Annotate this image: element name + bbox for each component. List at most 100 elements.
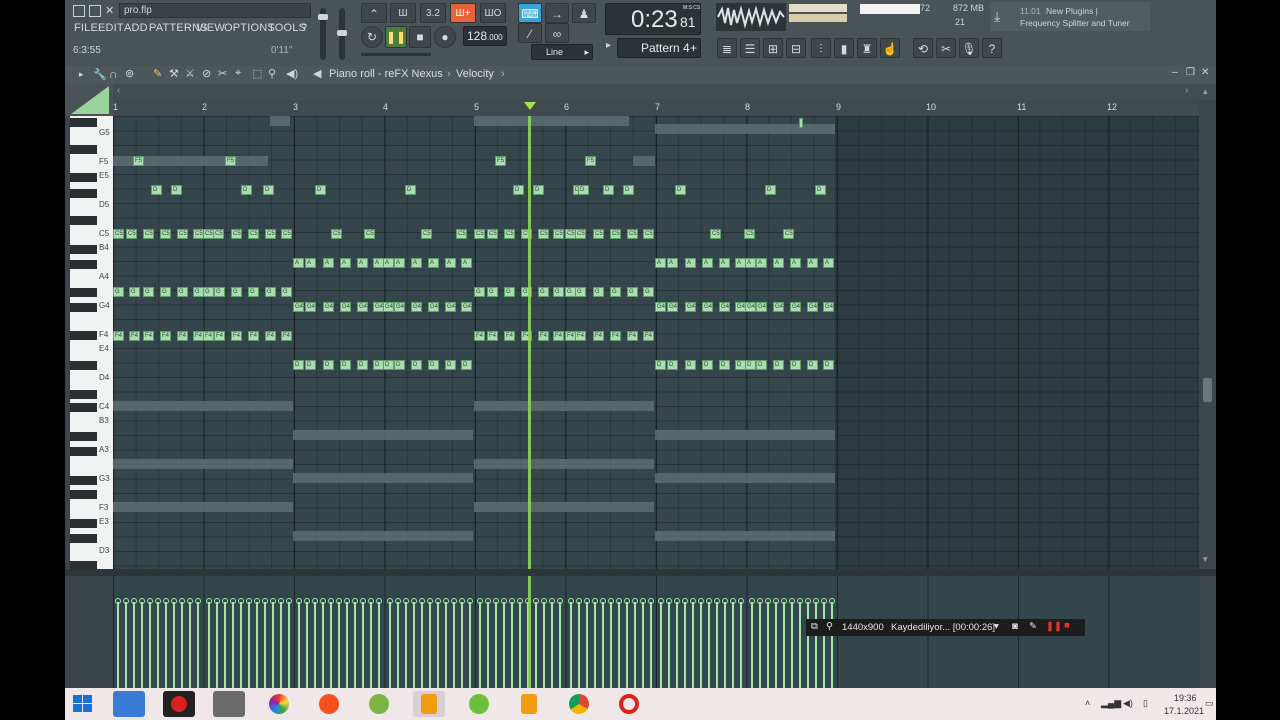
midi-note[interactable]: C5: [265, 229, 276, 239]
midi-note[interactable]: D: [461, 360, 472, 370]
velocity-handle[interactable]: [147, 598, 153, 604]
midi-note[interactable]: A: [719, 258, 730, 268]
velocity-bar[interactable]: [641, 602, 644, 688]
midi-note[interactable]: C5: [421, 229, 432, 239]
velocity-bar[interactable]: [420, 602, 423, 688]
velocity-handle[interactable]: [509, 598, 515, 604]
midi-note[interactable]: D: [685, 360, 696, 370]
velocity-bar[interactable]: [173, 602, 175, 688]
midi-note[interactable]: G4: [305, 302, 316, 312]
velocity-handle[interactable]: [344, 598, 350, 604]
midi-note[interactable]: A: [411, 258, 422, 268]
velocity-handle[interactable]: [163, 598, 169, 604]
midi-note[interactable]: G: [177, 287, 188, 297]
velocity-handle[interactable]: [493, 598, 499, 604]
midi-note[interactable]: D: [357, 360, 368, 370]
velocity-bar[interactable]: [577, 602, 580, 688]
recorder-stop-icon[interactable]: ■: [1064, 620, 1070, 631]
midi-note[interactable]: A: [655, 258, 666, 268]
velocity-bar[interactable]: [633, 602, 636, 688]
midi-note[interactable]: D: [719, 360, 730, 370]
velocity-handle[interactable]: [607, 598, 614, 604]
velocity-handle[interactable]: [804, 598, 811, 604]
midi-note[interactable]: F4: [113, 331, 124, 341]
stop-button[interactable]: ■: [409, 26, 431, 48]
midi-note[interactable]: F4: [129, 331, 140, 341]
midi-note[interactable]: G: [281, 287, 292, 297]
midi-note[interactable]: D: [151, 185, 162, 195]
clock-time[interactable]: 19:36: [1174, 693, 1197, 703]
velocity-handle[interactable]: [517, 598, 523, 604]
velocity-handle[interactable]: [828, 598, 835, 604]
velocity-handle[interactable]: [658, 598, 664, 604]
midi-note[interactable]: D: [445, 360, 456, 370]
fl-studio-2-icon[interactable]: [513, 691, 545, 717]
velocity-handle[interactable]: [368, 598, 374, 604]
velocity-handle[interactable]: [115, 598, 121, 604]
midi-note[interactable]: F4: [504, 331, 515, 341]
menu-help[interactable]: ?: [301, 22, 307, 34]
midi-note[interactable]: F4: [248, 331, 259, 341]
midi-note[interactable]: C5: [331, 229, 342, 239]
velocity-bar[interactable]: [559, 602, 561, 688]
midi-note[interactable]: D: [533, 185, 544, 195]
velocity-bar[interactable]: [551, 602, 553, 688]
velocity-bar[interactable]: [322, 602, 324, 688]
velocity-bar[interactable]: [543, 602, 545, 688]
step-edit-icon[interactable]: Ш+: [450, 3, 476, 23]
magnet-icon[interactable]: ∩: [109, 67, 118, 81]
midi-note[interactable]: D: [263, 185, 274, 195]
midi-note[interactable]: D: [171, 185, 182, 195]
velocity-handle[interactable]: [756, 598, 763, 604]
velocity-handle[interactable]: [714, 598, 720, 604]
loop-record-icon[interactable]: ШО: [480, 3, 506, 23]
midi-note[interactable]: A: [428, 258, 439, 268]
velocity-bar[interactable]: [692, 602, 694, 688]
tempo-display[interactable]: 128.000: [463, 26, 507, 46]
velocity-bar[interactable]: [117, 602, 119, 688]
midi-note[interactable]: A: [790, 258, 801, 268]
scroll-up-icon[interactable]: ▴: [1203, 86, 1208, 97]
menu-arrow-icon[interactable]: ▸: [79, 69, 84, 80]
velocity-bar[interactable]: [181, 602, 183, 688]
zoom-select-icon[interactable]: ⬚: [252, 67, 262, 80]
midi-note[interactable]: G4: [655, 302, 666, 312]
midi-note[interactable]: F4: [553, 331, 564, 341]
timeline-ruler[interactable]: 1 2 3 4 5 6 7 8 9 10 11 12: [113, 100, 1199, 117]
mute-tool-icon[interactable]: ⊘: [202, 67, 211, 80]
black-key[interactable]: [70, 145, 97, 154]
velocity-bar[interactable]: [609, 602, 612, 688]
velocity-handle[interactable]: [549, 598, 555, 604]
velocity-bar[interactable]: [239, 602, 242, 688]
velocity-bar[interactable]: [436, 602, 439, 688]
vertical-scrollbar[interactable]: ▴ ▾: [1199, 86, 1216, 569]
velocity-bar[interactable]: [279, 602, 282, 688]
blend-icon[interactable]: ⁄: [518, 23, 542, 43]
touch-icon[interactable]: ☝: [880, 38, 900, 58]
velocity-handle[interactable]: [296, 598, 302, 604]
velocity-handle[interactable]: [615, 598, 622, 604]
black-key[interactable]: [70, 403, 97, 412]
velocity-bar[interactable]: [724, 602, 726, 688]
velocity-handle[interactable]: [237, 598, 244, 604]
midi-note[interactable]: G4: [823, 302, 834, 312]
windows-start-icon[interactable]: [73, 695, 93, 713]
velocity-handle[interactable]: [812, 598, 819, 604]
black-key[interactable]: [70, 519, 97, 528]
time-display[interactable]: 0:23 81 M:S:CS: [605, 3, 701, 35]
velocity-handle[interactable]: [402, 598, 409, 604]
velocity-bar[interactable]: [649, 602, 652, 688]
pat-song-toggle-icon[interactable]: ↻: [361, 26, 383, 48]
velocity-bar[interactable]: [617, 602, 620, 688]
velocity-handle[interactable]: [131, 598, 137, 604]
midi-note[interactable]: G4: [323, 302, 334, 312]
menu-add[interactable]: ADD: [124, 22, 148, 34]
midi-note[interactable]: G: [129, 287, 140, 297]
midi-note[interactable]: G4: [702, 302, 713, 312]
midi-note[interactable]: C5: [231, 229, 242, 239]
tempo-nudge-slider[interactable]: [361, 53, 431, 56]
record-app-icon[interactable]: [163, 691, 195, 717]
velocity-bar[interactable]: [314, 602, 316, 688]
link-icon[interactable]: ∞: [545, 23, 569, 43]
velocity-handle[interactable]: [567, 598, 574, 604]
